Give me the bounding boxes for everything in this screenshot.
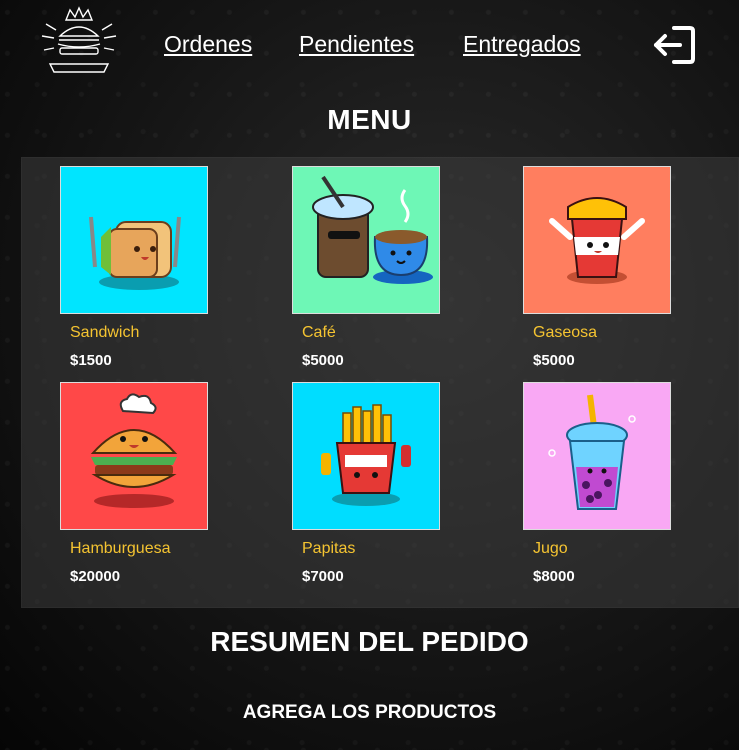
product-name: Sandwich: [70, 324, 140, 341]
coffee-icon: [292, 166, 440, 314]
product-card-hamburguesa[interactable]: Hamburguesa $20000: [60, 382, 208, 585]
product-card-cafe[interactable]: Café $5000: [292, 166, 440, 369]
sandwich-icon: [60, 166, 208, 314]
logout-icon[interactable]: [652, 25, 696, 65]
product-price: $8000: [533, 568, 575, 585]
product-name: Papitas: [302, 540, 356, 557]
product-price: $5000: [302, 352, 344, 369]
product-card-papitas[interactable]: Papitas $7000: [292, 382, 440, 585]
fries-icon: [292, 382, 440, 530]
product-card-gaseosa[interactable]: Gaseosa $5000: [523, 166, 671, 369]
product-price: $20000: [70, 568, 121, 585]
burger-icon: [60, 382, 208, 530]
bubble-tea-icon: [523, 382, 671, 530]
product-name: Jugo: [533, 540, 568, 557]
product-price: $5000: [533, 352, 575, 369]
soda-icon: [523, 166, 671, 314]
menu-panel: Sandwich $1500 Café $5000 Gaseosa $5000 …: [21, 157, 739, 608]
nav-ordenes[interactable]: Ordenes: [164, 31, 252, 58]
nav-pendientes[interactable]: Pendientes: [299, 31, 414, 58]
product-price: $1500: [70, 352, 112, 369]
order-summary-empty-message: AGREGA LOS PRODUCTOS: [242, 702, 497, 723]
product-price: $7000: [302, 568, 344, 585]
header: Ordenes Pendientes Entregados: [0, 0, 739, 95]
product-name: Hamburguesa: [70, 540, 171, 557]
menu-title: MENU: [327, 104, 412, 135]
product-name: Café: [302, 324, 336, 341]
nav-entregados[interactable]: Entregados: [463, 31, 581, 58]
product-card-sandwich[interactable]: Sandwich $1500: [60, 166, 208, 369]
burger-crown-logo[interactable]: [40, 6, 118, 84]
product-card-jugo[interactable]: Jugo $8000: [523, 382, 671, 585]
order-summary-title: RESUMEN DEL PEDIDO: [210, 626, 529, 657]
product-name: Gaseosa: [533, 324, 598, 341]
